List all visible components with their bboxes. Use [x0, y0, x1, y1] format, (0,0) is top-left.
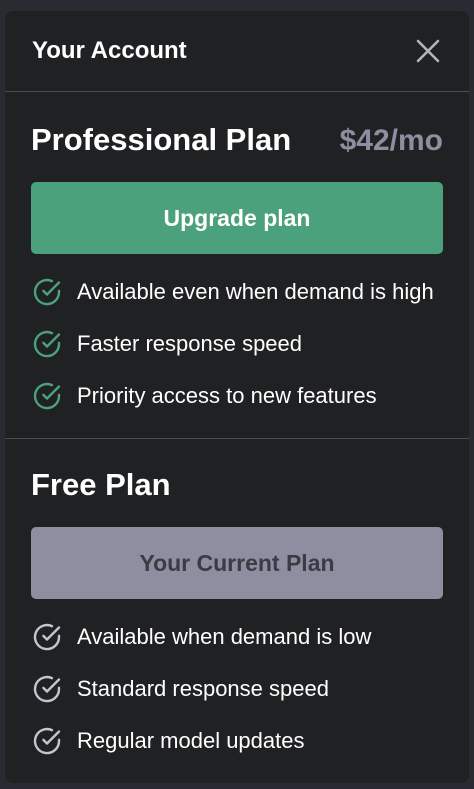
- check-circle-icon: [31, 276, 63, 308]
- feature-label: Available even when demand is high: [77, 279, 434, 304]
- feature-label: Regular model updates: [77, 728, 305, 753]
- free-features-list: Available when demand is low Standard re…: [31, 611, 443, 767]
- free-plan-name: Free Plan: [31, 467, 171, 502]
- professional-plan-section: Professional Plan $42/mo Upgrade plan Av…: [5, 92, 469, 439]
- professional-plan-header: Professional Plan $42/mo: [31, 92, 443, 158]
- feature-label: Available when demand is low: [77, 624, 372, 649]
- close-icon: [416, 39, 440, 63]
- modal-title: Your Account: [32, 37, 187, 64]
- check-circle-icon: [31, 725, 63, 757]
- check-circle-icon: [31, 621, 63, 653]
- list-item: Available even when demand is high: [31, 266, 443, 318]
- professional-features-list: Available even when demand is high Faste…: [31, 266, 443, 422]
- list-item: Regular model updates: [31, 715, 443, 767]
- feature-label: Standard response speed: [77, 676, 329, 701]
- check-circle-icon: [31, 380, 63, 412]
- upgrade-plan-button[interactable]: Upgrade plan: [31, 182, 443, 254]
- feature-label: Faster response speed: [77, 331, 303, 356]
- list-item: Standard response speed: [31, 663, 443, 715]
- check-circle-icon: [31, 673, 63, 705]
- close-button[interactable]: [414, 37, 442, 65]
- free-plan-header: Free Plan: [31, 439, 443, 503]
- current-plan-button: Your Current Plan: [31, 527, 443, 599]
- professional-plan-name: Professional Plan: [31, 122, 292, 157]
- professional-plan-price: $42/mo: [339, 124, 443, 157]
- list-item: Faster response speed: [31, 318, 443, 370]
- feature-label: Priority access to new features: [77, 383, 377, 408]
- list-item: Priority access to new features: [31, 370, 443, 422]
- modal-header: Your Account: [5, 11, 469, 92]
- free-plan-section: Free Plan Your Current Plan Available wh…: [5, 439, 469, 767]
- check-circle-icon: [31, 328, 63, 360]
- list-item: Available when demand is low: [31, 611, 443, 663]
- account-modal: Your Account Professional Plan $42/mo Up…: [5, 11, 469, 783]
